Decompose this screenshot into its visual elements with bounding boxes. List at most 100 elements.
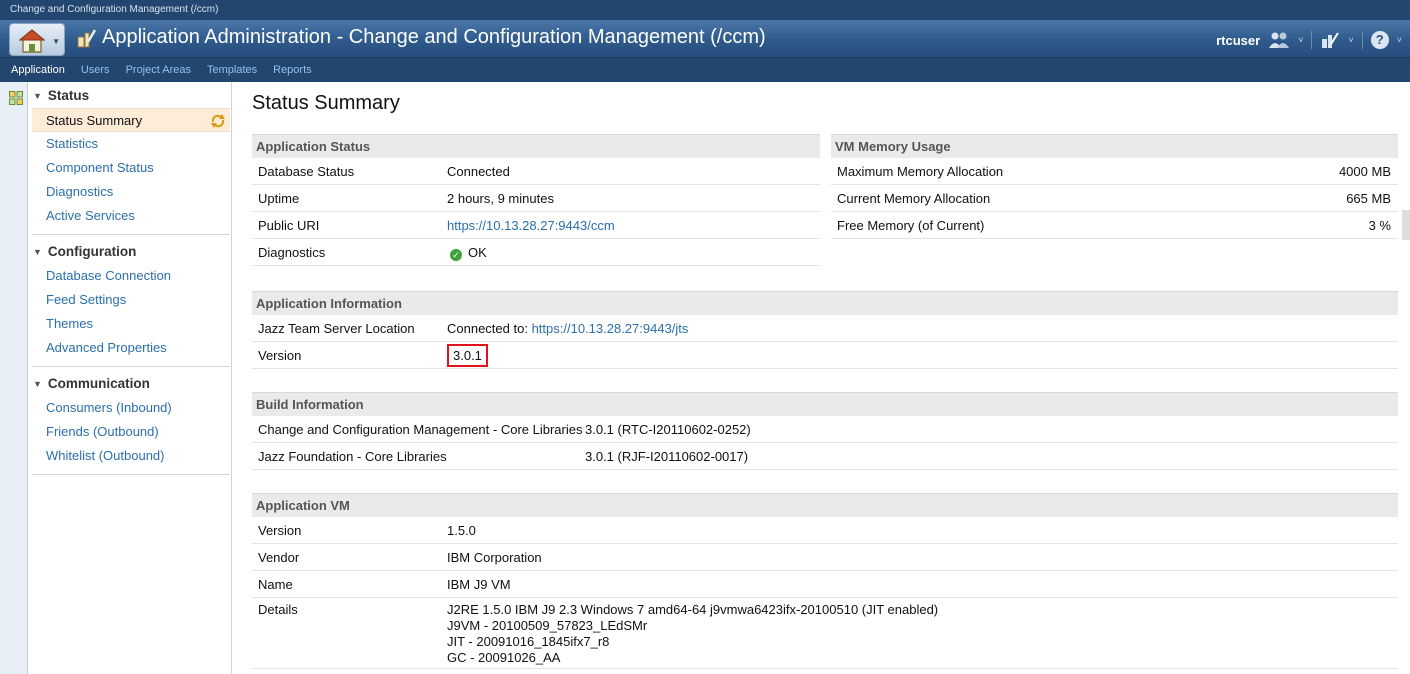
row-value: 4000 MB xyxy=(1338,164,1391,179)
sidebar-section-status[interactable]: ▼ Status xyxy=(32,84,230,108)
sidebar-item-statistics[interactable]: Statistics xyxy=(32,132,230,156)
tab-users[interactable]: Users xyxy=(81,64,110,76)
table-row: Vendor IBM Corporation xyxy=(252,544,1398,571)
table-row: Details J2RE 1.5.0 IBM J9 2.3 Windows 7 … xyxy=(252,598,1398,669)
details-value: J2RE 1.5.0 IBM J9 2.3 Windows 7 amd64-64… xyxy=(447,602,938,666)
help-icon[interactable]: ? xyxy=(1370,31,1389,49)
sidebar-item-consumers-inbound[interactable]: Consumers (Inbound) xyxy=(32,396,230,420)
home-menu-button[interactable]: ▼ xyxy=(9,23,65,56)
row-label: Database Status xyxy=(258,164,355,179)
row-value: 3.0.1 (RJF-I20110602-0017) xyxy=(585,449,749,464)
sidebar-section-communication[interactable]: ▼ Communication xyxy=(32,372,230,396)
table-row: Public URI https://10.13.28.27:9443/ccm xyxy=(252,212,820,239)
row-value: 1.5.0 xyxy=(447,523,476,538)
chevron-down-icon[interactable]: ˅ xyxy=(1397,35,1402,45)
sidebar-item-diagnostics[interactable]: Diagnostics xyxy=(32,180,230,204)
sidebar-item-themes[interactable]: Themes xyxy=(32,312,230,336)
build-information-panel: Build Information Change and Configurati… xyxy=(252,392,1398,470)
refresh-icon[interactable] xyxy=(210,113,226,129)
table-row: Jazz Foundation - Core Libraries 3.0.1 (… xyxy=(252,443,1398,470)
tab-templates[interactable]: Templates xyxy=(207,64,257,76)
panel-heading: VM Memory Usage xyxy=(831,134,1398,158)
row-value: IBM Corporation xyxy=(447,550,542,565)
table-row: Version 3.0.1 xyxy=(252,342,1398,369)
sidebar-item-feed-settings[interactable]: Feed Settings xyxy=(32,288,230,312)
row-label: Version xyxy=(258,523,302,538)
chevron-down-icon[interactable]: ˅ xyxy=(1298,35,1303,45)
row-value: IBM J9 VM xyxy=(447,577,511,592)
tab-project-areas[interactable]: Project Areas xyxy=(126,64,191,76)
application-status-panel: Application Status Database Status Conne… xyxy=(252,134,820,266)
collapse-triangle-icon[interactable]: ▼ xyxy=(33,84,42,108)
banner-user-area: rtcuser ˅ ˅ ? ˅ xyxy=(1216,29,1402,51)
sidebar-item-whitelist-outbound[interactable]: Whitelist (Outbound) xyxy=(32,444,230,468)
row-label: Change and Configuration Management - Co… xyxy=(258,422,583,437)
row-label: Version xyxy=(258,348,302,363)
application-information-panel: Application Information Jazz Team Server… xyxy=(252,291,1398,369)
sidebar-item-advanced-properties[interactable]: Advanced Properties xyxy=(32,336,230,360)
admin-nav: Application Users Project Areas Template… xyxy=(0,58,1410,82)
row-label: Maximum Memory Allocation xyxy=(837,164,1004,179)
table-row: Name IBM J9 VM xyxy=(252,571,1398,598)
divider xyxy=(32,234,230,235)
check-circle-icon: ✓ xyxy=(450,249,462,261)
grid-icon[interactable] xyxy=(9,91,23,105)
table-row: Database Status Connected xyxy=(252,158,820,185)
table-row: Maximum Memory Allocation 4000 MB xyxy=(831,158,1398,185)
row-value: 665 MB xyxy=(1346,191,1391,206)
tab-application[interactable]: Application xyxy=(11,64,65,76)
panel-heading: Application Information xyxy=(252,291,1398,315)
sidebar-section-configuration[interactable]: ▼ Configuration xyxy=(32,240,230,264)
sidebar-item-friends-outbound[interactable]: Friends (Outbound) xyxy=(32,420,230,444)
row-value: ✓ OK xyxy=(447,239,487,265)
details-line: JIT - 20091016_1845ifx7_r8 xyxy=(447,634,610,649)
row-value: 3 % xyxy=(1368,218,1391,233)
users-group-icon[interactable] xyxy=(1268,31,1290,49)
panel-heading: Application Status xyxy=(252,134,820,158)
details-line: GC - 20091026_AA xyxy=(447,650,561,665)
table-row: Free Memory (of Current) 3 % xyxy=(831,212,1398,239)
window-title: Change and Configuration Management (/cc… xyxy=(0,0,1410,20)
banner: ▼ Application Administration - Change an… xyxy=(0,20,1410,58)
row-label: Vendor xyxy=(258,550,300,565)
collapse-triangle-icon[interactable]: ▼ xyxy=(33,372,42,396)
row-value: Connected to: https://10.13.28.27:9443/j… xyxy=(447,315,688,341)
scrollbar[interactable] xyxy=(1402,210,1410,240)
row-label: Diagnostics xyxy=(258,245,326,260)
diagnostics-status: OK xyxy=(468,245,487,260)
panel-heading: Build Information xyxy=(252,392,1398,416)
divider xyxy=(32,474,230,475)
row-value: 3.0.1 (RTC-I20110602-0252) xyxy=(585,422,751,437)
sidebar-item-status-summary[interactable]: Status Summary xyxy=(32,108,230,132)
row-label: Public URI xyxy=(258,218,320,233)
jts-link[interactable]: https://10.13.28.27:9443/jts xyxy=(532,321,689,336)
row-label: Name xyxy=(258,577,293,592)
divider xyxy=(1361,31,1363,49)
section-title: Configuration xyxy=(47,244,137,259)
sidebar-item-label: Status Summary xyxy=(46,113,143,128)
sidebar: ▼ Status Status Summary Statistics Compo… xyxy=(32,84,230,480)
panel-heading: Application VM xyxy=(252,493,1398,517)
table-row: Current Memory Allocation 665 MB xyxy=(831,185,1398,212)
row-label: Uptime xyxy=(258,191,300,206)
public-uri-link[interactable]: https://10.13.28.27:9443/ccm xyxy=(447,212,615,238)
chevron-down-icon[interactable]: ˅ xyxy=(1348,35,1353,45)
chevron-down-icon: ▼ xyxy=(52,37,60,46)
page-title: Status Summary xyxy=(252,92,400,114)
collapse-triangle-icon[interactable]: ▼ xyxy=(33,240,42,264)
user-name-button[interactable]: rtcuser xyxy=(1216,33,1260,48)
row-value: Connected xyxy=(447,164,510,179)
sidebar-item-active-services[interactable]: Active Services xyxy=(32,204,230,228)
tools-icon[interactable] xyxy=(1320,31,1340,49)
sidebar-item-component-status[interactable]: Component Status xyxy=(32,156,230,180)
row-label: Details xyxy=(258,602,298,617)
sidebar-item-database-connection[interactable]: Database Connection xyxy=(32,264,230,288)
section-title: Communication xyxy=(47,376,150,391)
table-row: Uptime 2 hours, 9 minutes xyxy=(252,185,820,212)
table-row: Change and Configuration Management - Co… xyxy=(252,416,1398,443)
tab-reports[interactable]: Reports xyxy=(273,64,312,76)
details-line: J9VM - 20100509_57823_LEdSMr xyxy=(447,618,648,633)
navigation-strip xyxy=(0,82,28,674)
vm-memory-panel: VM Memory Usage Maximum Memory Allocatio… xyxy=(831,134,1398,239)
version-highlight: 3.0.1 xyxy=(447,344,488,367)
